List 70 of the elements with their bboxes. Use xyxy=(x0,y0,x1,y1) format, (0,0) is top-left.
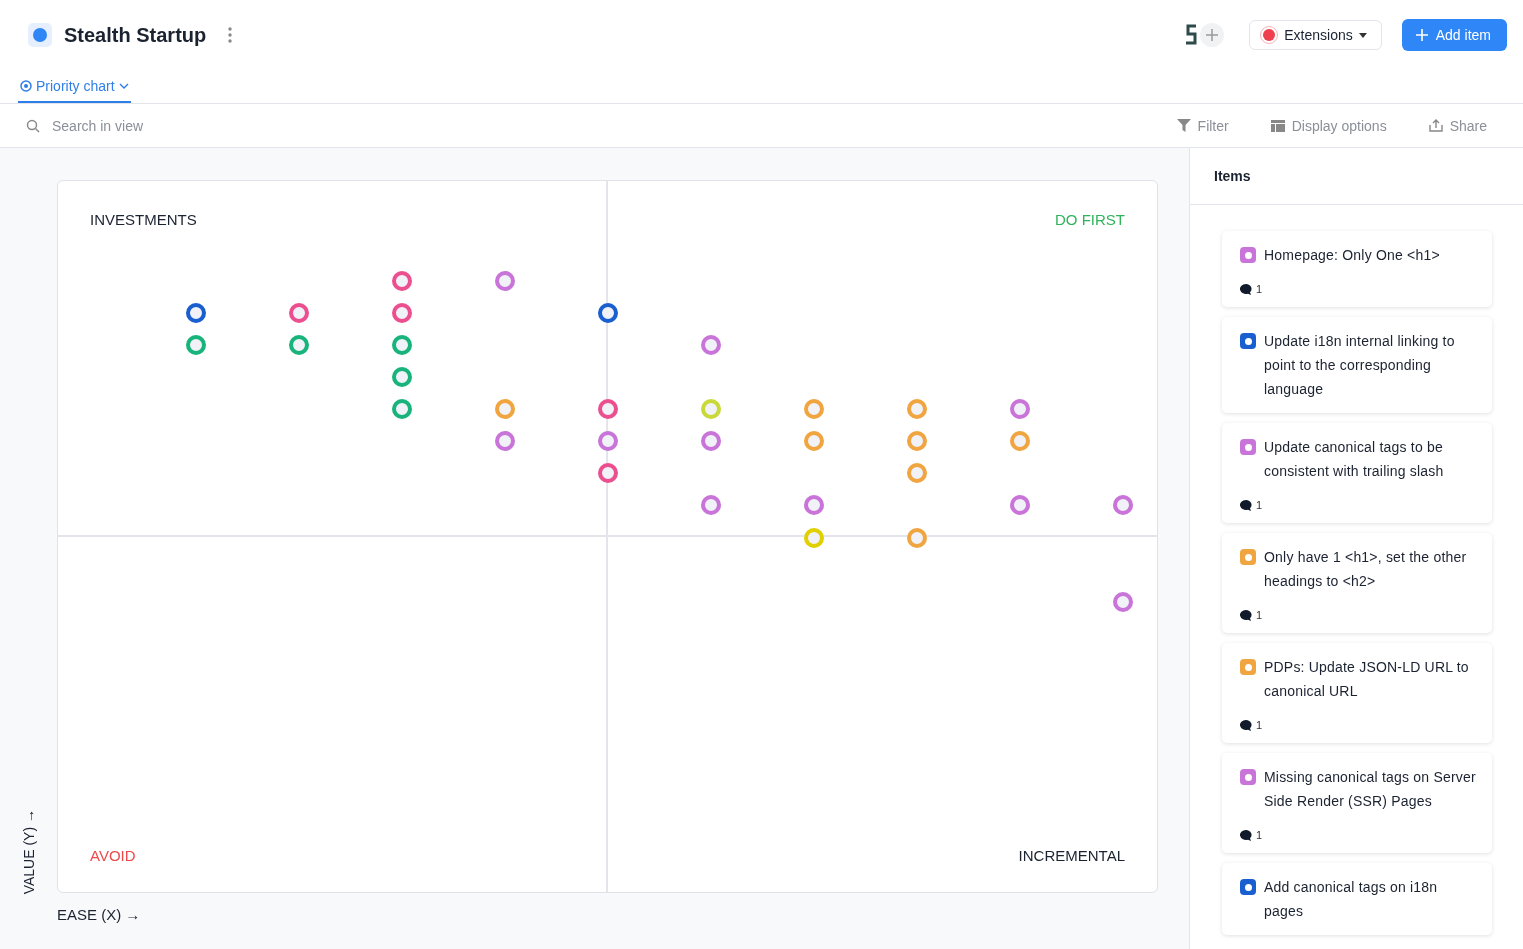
item-title: Update i18n internal linking to point to the corresponding language xyxy=(1264,332,1456,399)
comment-icon xyxy=(1240,499,1252,511)
chart-point[interactable] xyxy=(495,271,515,291)
chart-point[interactable] xyxy=(1113,592,1133,612)
quadrant-label: AVOID xyxy=(90,847,136,864)
share-icon xyxy=(1428,119,1443,132)
panel-title: Items xyxy=(1214,168,1251,184)
y-axis-label: VALUE (Y) → xyxy=(20,808,37,894)
item-title: PDPs: Update JSON-LD URL to canonical URL xyxy=(1264,658,1470,701)
comment-icon xyxy=(1240,283,1252,295)
target-icon xyxy=(20,79,32,92)
quadrant-label: DO FIRST xyxy=(1055,211,1125,228)
comment-icon xyxy=(1240,829,1252,841)
view-tab[interactable]: Priority chart xyxy=(18,70,131,103)
more-icon[interactable] xyxy=(228,27,233,43)
comment-icon xyxy=(1240,719,1252,731)
chart-point[interactable] xyxy=(392,367,412,387)
search-icon xyxy=(26,118,40,133)
chart-point[interactable] xyxy=(392,399,412,419)
chart-point[interactable] xyxy=(1010,495,1030,515)
chart-point[interactable] xyxy=(186,303,206,323)
item-card[interactable]: Only have 1 <h1>, set the other headings to <h2> 1 xyxy=(1222,533,1492,633)
chart-point[interactable] xyxy=(392,271,412,291)
item-card[interactable]: Missing canonical tags on Server Side Render (SSR) Pages 1 xyxy=(1222,753,1492,853)
item-card[interactable]: Update canonical tags to be consistent with trailing slash 1 xyxy=(1222,423,1492,523)
plus-icon xyxy=(1415,29,1428,41)
chart-point[interactable] xyxy=(598,463,618,483)
layout-icon xyxy=(1270,119,1285,132)
filter-icon xyxy=(1176,119,1191,132)
chart-point[interactable] xyxy=(701,495,721,515)
chart-point[interactable] xyxy=(701,431,721,451)
comment-count: 1 xyxy=(1256,609,1263,621)
search-field[interactable]: Search in view xyxy=(50,116,254,135)
comment-count: 1 xyxy=(1256,499,1263,511)
comment-count: 1 xyxy=(1256,719,1263,731)
chart-point[interactable] xyxy=(804,495,824,515)
item-title: Only have 1 <h1>, set the other headings to <h2> xyxy=(1264,548,1468,591)
chart-point[interactable] xyxy=(392,335,412,355)
item-title: Add canonical tags on i18n pages xyxy=(1264,878,1439,921)
chart-point[interactable] xyxy=(289,335,309,355)
item-title: Homepage: Only One <h1> xyxy=(1264,246,1440,265)
comment-count: 1 xyxy=(1256,283,1263,295)
comment-count: 1 xyxy=(1256,829,1263,841)
chart-point[interactable] xyxy=(289,303,309,323)
item-card[interactable]: Add canonical tags on i18n pages xyxy=(1222,863,1492,935)
chart-point[interactable] xyxy=(598,399,618,419)
x-axis-label: EASE (X) → xyxy=(57,906,142,923)
chart-point[interactable] xyxy=(701,335,721,355)
chart-point[interactable] xyxy=(1010,399,1030,419)
chart-point[interactable] xyxy=(186,335,206,355)
quadrant-label: INVESTMENTS xyxy=(90,211,197,228)
item-card[interactable]: PDPs: Update JSON-LD URL to canonical URL 1 xyxy=(1222,643,1492,743)
item-card[interactable]: Update i18n internal linking to point to the corresponding language xyxy=(1222,317,1492,413)
chart-point[interactable] xyxy=(392,303,412,323)
caret-icon xyxy=(1358,32,1367,38)
chart-point[interactable] xyxy=(495,431,515,451)
workspace-title: Stealth Startup xyxy=(64,23,207,47)
chart-point[interactable] xyxy=(1113,495,1133,515)
avatar-with-plus-icon[interactable] xyxy=(1183,22,1226,48)
quadrant-label: INCREMENTAL xyxy=(1018,847,1125,864)
chart-point[interactable] xyxy=(598,303,618,323)
comment-icon xyxy=(1240,609,1252,621)
item-title: Missing canonical tags on Server Side Render (SSR) Pages xyxy=(1264,768,1476,811)
item-card[interactable]: Homepage: Only One <h1> 1 xyxy=(1222,231,1492,307)
item-title: Update canonical tags to be consistent with trailing slash xyxy=(1264,438,1445,481)
workspace-logo-icon xyxy=(28,23,52,47)
chart-point[interactable] xyxy=(598,431,618,451)
extensions-button[interactable]: Extensions xyxy=(1249,20,1382,50)
chevron-down-icon xyxy=(118,82,129,89)
add-item-button[interactable]: Add item xyxy=(1401,19,1507,51)
